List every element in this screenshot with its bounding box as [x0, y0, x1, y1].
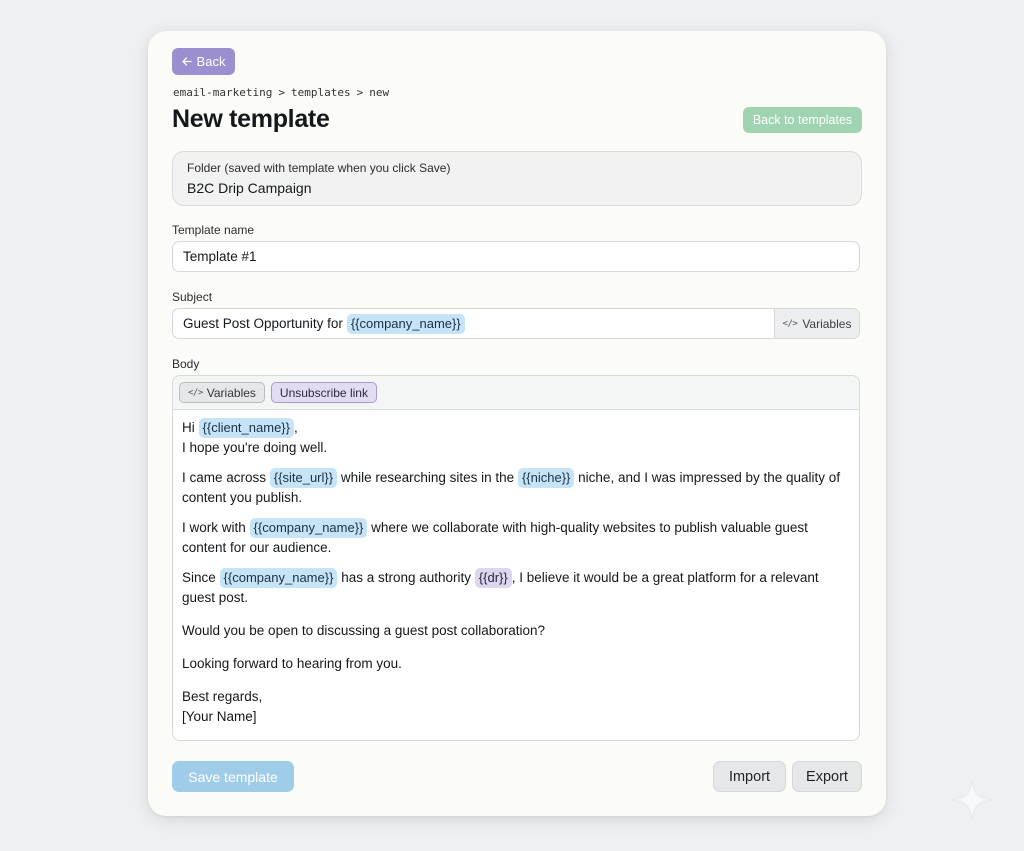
breadcrumb-item-templates[interactable]: templates: [291, 86, 351, 99]
body-paragraph: I came across {{site_url}} while researc…: [182, 468, 850, 508]
breadcrumb-separator: >: [278, 86, 285, 99]
unsubscribe-link-button[interactable]: Unsubscribe link: [270, 382, 377, 403]
back-button-label: Back: [196, 54, 226, 69]
body-label: Body: [172, 357, 200, 371]
variable-chip[interactable]: {{client_name}}: [198, 418, 294, 438]
breadcrumb-separator: >: [356, 86, 364, 99]
body-signature: Best regards, [Your Name]: [182, 687, 850, 727]
body-paragraph: Looking forward to hearing from you.: [182, 656, 402, 671]
subject-input[interactable]: Guest Post Opportunity for {{company_nam…: [172, 308, 860, 339]
body-variables-label: Variables: [206, 385, 256, 400]
subject-label: Subject: [172, 290, 213, 304]
body-text: I hope you're doing well.: [182, 440, 328, 455]
variable-chip[interactable]: {{site_url}}: [269, 468, 338, 488]
code-icon: </>: [188, 387, 203, 398]
body-text: [Your Name]: [182, 709, 257, 724]
body-paragraph: Would you be open to discussing a guest …: [182, 623, 545, 638]
sparkle-icon: [951, 779, 993, 821]
body-text: Since: [182, 570, 216, 585]
variable-chip[interactable]: {{niche}}: [517, 468, 575, 488]
back-button[interactable]: Back: [172, 48, 235, 75]
folder-label: Folder (saved with template when you cli…: [187, 161, 451, 175]
subject-variables-button[interactable]: </> Variables: [774, 309, 859, 338]
body-text: while researching sites in the: [340, 470, 515, 485]
body-text: has a strong authority: [341, 570, 472, 585]
breadcrumb-item-email-marketing[interactable]: email-marketing: [173, 86, 272, 99]
breadcrumb-item-new: new: [369, 86, 390, 99]
template-name-label: Template name: [172, 223, 255, 237]
body-paragraph: I work with {{company_name}} where we co…: [182, 518, 850, 558]
template-name-value: Template #1: [183, 249, 257, 264]
subject-value: Guest Post Opportunity for {{company_nam…: [183, 313, 465, 334]
template-name-input[interactable]: Template #1: [172, 241, 860, 272]
body-paragraph: Since {{company_name}} has a strong auth…: [182, 568, 850, 608]
variable-chip[interactable]: {{dr}}: [474, 568, 512, 588]
body-text: ,: [293, 420, 298, 435]
body-text: I work with: [182, 520, 246, 535]
page-title: New template: [172, 105, 330, 133]
body-toolbar: </> Variables Unsubscribe link: [173, 376, 859, 410]
body-textarea[interactable]: Hi {{client_name}}, I hope you're doing …: [173, 410, 859, 727]
subject-text: Guest Post Opportunity for: [183, 316, 343, 331]
folder-selector[interactable]: Folder (saved with template when you cli…: [172, 151, 862, 206]
breadcrumb: email-marketing > templates > new: [173, 86, 389, 99]
body-text: Best regards,: [182, 689, 263, 704]
body-text: I came across: [182, 470, 267, 485]
variable-chip[interactable]: {{company_name}}: [219, 568, 338, 588]
folder-value: B2C Drip Campaign: [187, 180, 312, 196]
variable-chip[interactable]: {{company_name}}: [249, 518, 368, 538]
variable-chip[interactable]: {{company_name}}: [346, 313, 465, 334]
back-to-templates-button[interactable]: Back to templates: [743, 107, 862, 133]
export-button[interactable]: Export: [792, 761, 862, 792]
body-editor: </> Variables Unsubscribe link Hi {{clie…: [172, 375, 860, 741]
save-template-button[interactable]: Save template: [172, 761, 294, 792]
body-variables-button[interactable]: </> Variables: [179, 382, 265, 403]
body-text: Hi: [182, 420, 195, 435]
arrow-left-icon: [181, 54, 192, 69]
code-icon: </>: [782, 318, 798, 329]
template-editor-card: Back email-marketing > templates > new N…: [148, 31, 886, 816]
subject-variables-label: Variables: [802, 316, 852, 331]
body-paragraph: Hi {{client_name}}, I hope you're doing …: [182, 418, 850, 458]
import-button[interactable]: Import: [713, 761, 786, 792]
unsubscribe-link-label: Unsubscribe link: [279, 385, 368, 400]
